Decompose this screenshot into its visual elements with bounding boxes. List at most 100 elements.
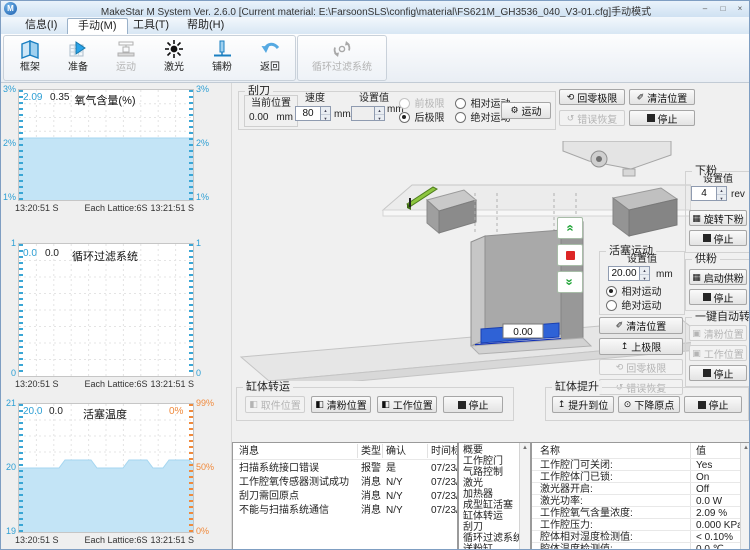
- piston-set-input[interactable]: 20.00: [608, 266, 640, 281]
- powder-supply-stop-button[interactable]: 停止: [689, 289, 747, 305]
- powder-spread-icon: [199, 38, 245, 62]
- menu-help[interactable]: 帮助(H): [177, 18, 234, 33]
- toolbar-frame-button[interactable]: 框架: [7, 38, 53, 78]
- time-header[interactable]: 时间标记: [431, 446, 458, 458]
- auto-transfer-stop-button[interactable]: 停止: [689, 365, 747, 381]
- scraper-clean-position-button[interactable]: ✐清洁位置: [629, 89, 695, 105]
- powder-down-stepper[interactable]: ▲▼: [717, 186, 727, 201]
- powder-down-stop-button[interactable]: 停止: [689, 230, 747, 246]
- speed-label: 速度: [305, 93, 325, 105]
- piston-stop-button[interactable]: [557, 244, 583, 266]
- chart-aux-value: 0.0: [45, 249, 59, 258]
- toolbar-laser-button[interactable]: 激光: [151, 38, 197, 78]
- lower-to-origin-button[interactable]: ⊙下降原点: [618, 396, 680, 413]
- status-scrollbar[interactable]: ▲: [740, 443, 750, 550]
- category-scrollbar[interactable]: ▲: [519, 443, 530, 550]
- clamp-icon: ◧: [249, 400, 258, 409]
- list-item[interactable]: 送粉缸: [463, 544, 493, 550]
- toolbar-powder-button[interactable]: 铺粉: [199, 38, 245, 78]
- x-axis-start: 13:20:51 S: [15, 535, 59, 545]
- brush-icon: ✐: [616, 321, 624, 330]
- close-button[interactable]: ×: [732, 3, 748, 14]
- maximize-button[interactable]: □: [715, 3, 731, 14]
- speed-input[interactable]: 80: [295, 106, 321, 121]
- powder-down-input[interactable]: 4: [691, 186, 717, 201]
- message-table: 消息 类型 确认 时间标记 扫描系统接口错误 报警 是 07/23/ 工作腔氧传…: [232, 442, 458, 550]
- powder-supply-label: 供粉: [692, 253, 720, 266]
- status-name: 工作腔氧气含量浓度:: [540, 508, 633, 520]
- title-bar: M MakeStar M System Ver. 2.6.0 [Current …: [1, 1, 750, 18]
- cylinder-lift-stop-button[interactable]: 停止: [684, 396, 742, 413]
- type-header[interactable]: 类型: [361, 446, 381, 458]
- chart-aux-value: 0.35: [50, 93, 69, 102]
- y-tick-label: 0%: [196, 527, 209, 536]
- message-row-text[interactable]: 工作腔氧传感器测试成功: [239, 477, 349, 489]
- message-row-text[interactable]: 不能与扫描系统通信: [239, 505, 329, 517]
- minimize-button[interactable]: –: [697, 3, 713, 14]
- scroll-up-icon[interactable]: ▲: [520, 443, 530, 453]
- message-row-type: 消息: [361, 505, 381, 517]
- piston-upper-limit-button[interactable]: ↥上极限: [599, 338, 683, 355]
- toolbar-back-button[interactable]: 返回: [247, 38, 293, 78]
- scraper-home-limit-button[interactable]: ⟲回零极限: [559, 89, 625, 105]
- message-header[interactable]: 消息: [239, 446, 259, 458]
- y-tick-label: 99%: [196, 399, 214, 408]
- piston-clean-position-button[interactable]: ✐清洁位置: [599, 317, 683, 334]
- up-to-limit-icon: ↥: [621, 342, 629, 351]
- name-header[interactable]: 名称: [540, 446, 560, 458]
- piston-up-button[interactable]: »: [557, 217, 583, 239]
- message-row-ack: 是: [386, 463, 396, 475]
- right-ticks: [189, 244, 193, 376]
- y-tick-label: 20: [2, 463, 16, 472]
- scraper-stop-button[interactable]: 停止: [629, 110, 695, 126]
- home-arrow-icon: ⟲: [567, 93, 575, 102]
- radio-back-limit[interactable]: 后极限: [399, 110, 444, 128]
- x-axis-end: 13:21:51 S: [131, 203, 194, 213]
- status-value: Off: [696, 484, 709, 496]
- y-tick-label: 3%: [196, 85, 209, 94]
- y-tick-label: 0: [196, 369, 201, 378]
- piston-set-stepper[interactable]: ▲▼: [640, 266, 650, 281]
- chart-filter-panel: 1 0 1 0 循环过滤系统 0.0 0.0 13:20:51 S Each L…: [1, 217, 232, 391]
- chart-aux-value: 0.0: [49, 407, 63, 416]
- scraper-move-button[interactable]: ⚙运动: [501, 102, 551, 119]
- status-value: 2.09 %: [696, 508, 727, 520]
- status-table: 名称 值 工作腔门可关闭: Yes 工作腔体门已锁: On 激光器开启: Off…: [531, 442, 750, 550]
- menu-tools[interactable]: 工具(T): [123, 18, 179, 33]
- scroll-up-icon[interactable]: ▲: [741, 443, 750, 453]
- y-tick-label: 2%: [2, 139, 16, 148]
- clean-powder-position-button[interactable]: ◧清粉位置: [311, 396, 371, 413]
- piston-down-button[interactable]: »: [557, 271, 583, 293]
- cylinder-transfer-stop-button[interactable]: 停止: [443, 396, 503, 413]
- piston-radio-absolute[interactable]: 绝对运动: [606, 298, 661, 316]
- lift-to-position-button[interactable]: ↥提升到位: [552, 396, 614, 413]
- rotate-powder-down-button[interactable]: ▦旋转下粉: [689, 210, 747, 226]
- message-row-type: 消息: [361, 491, 381, 503]
- set-value-stepper[interactable]: ▲▼: [375, 106, 385, 121]
- y-tick-label: 1: [2, 239, 16, 248]
- work-position-button[interactable]: ◧工作位置: [377, 396, 437, 413]
- position-icon: ▣: [692, 329, 701, 338]
- value-header[interactable]: 值: [696, 446, 706, 458]
- ack-header[interactable]: 确认: [386, 446, 406, 458]
- status-name: 工作腔门可关闭:: [540, 460, 613, 472]
- prepare-icon: [55, 38, 101, 62]
- toolbar-prepare-button[interactable]: 准备: [55, 38, 101, 78]
- circulation-filter-icon: [302, 38, 382, 62]
- status-value: 0.0 ℃: [696, 544, 724, 550]
- start-powder-supply-button[interactable]: ▦启动供粉: [689, 269, 747, 285]
- status-value: 0.0 W: [696, 496, 722, 508]
- x-axis-start: 13:20:51 S: [15, 203, 59, 213]
- scraper-position-unit: mm: [276, 112, 293, 124]
- message-row-text[interactable]: 刮刀需回原点: [239, 491, 299, 503]
- stop-icon: [458, 401, 466, 409]
- set-value-input[interactable]: [351, 106, 375, 121]
- radio-circle: [606, 300, 617, 311]
- speed-stepper[interactable]: ▲▼: [321, 106, 331, 121]
- stop-icon: [698, 401, 706, 409]
- menu-manual[interactable]: 手动(M): [67, 18, 128, 34]
- menu-info[interactable]: 信息(I): [15, 18, 67, 33]
- message-row-text[interactable]: 扫描系统接口错误: [239, 463, 319, 475]
- position-icon: ▣: [692, 349, 701, 358]
- chevron-up-icon: »: [565, 224, 575, 231]
